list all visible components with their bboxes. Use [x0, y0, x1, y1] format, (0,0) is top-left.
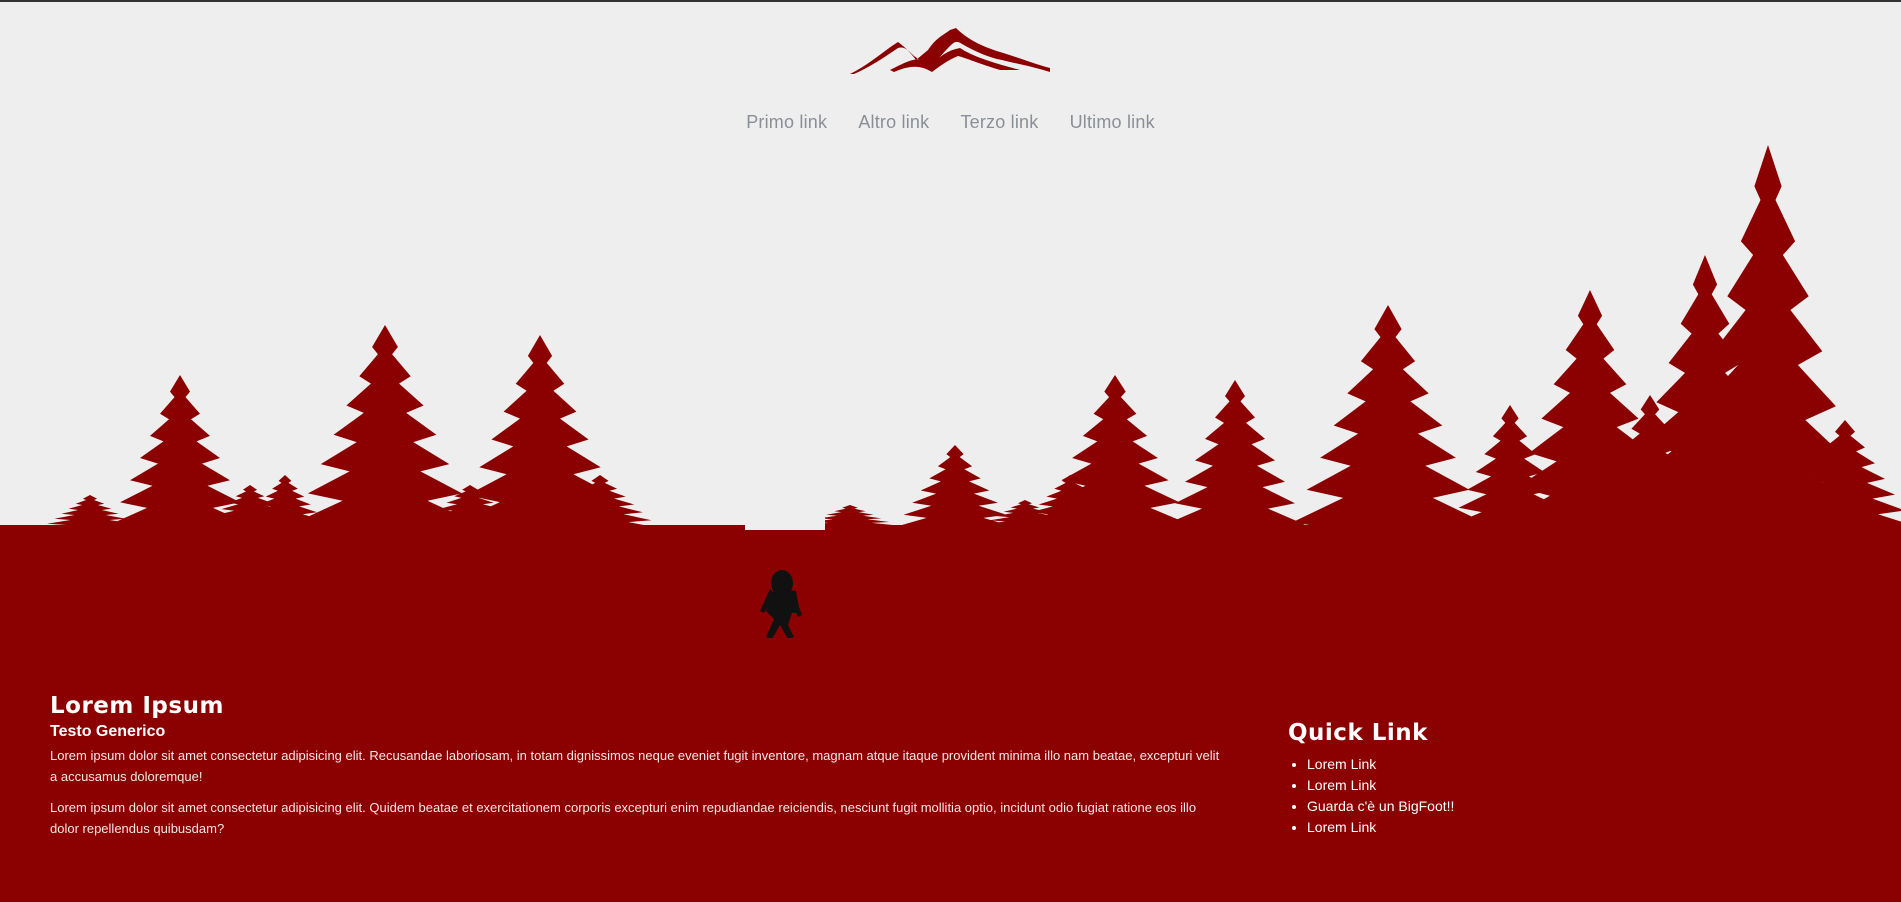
forest-silhouette [0, 145, 1901, 645]
site-footer: Lorem Ipsum Testo Generico Lorem ipsum d… [0, 638, 1901, 902]
footer-about: Lorem Ipsum Testo Generico Lorem ipsum d… [50, 693, 1220, 849]
quick-links-title: Quick Link [1288, 720, 1428, 746]
main-nav: Primo link Altro link Terzo link Ultimo … [0, 112, 1901, 133]
footer-subtitle: Testo Generico [50, 723, 166, 740]
top-border [0, 0, 1901, 2]
mountain-logo-icon [850, 28, 1050, 74]
quick-link-4[interactable]: Lorem Link [1307, 817, 1688, 838]
nav-link-ultimo[interactable]: Ultimo link [1070, 112, 1155, 133]
quick-link-bigfoot[interactable]: Guarda c'è un BigFoot!! [1307, 796, 1688, 817]
footer-paragraph-2: Lorem ipsum dolor sit amet consectetur a… [50, 800, 1197, 836]
quick-link-1[interactable]: Lorem Link [1307, 754, 1688, 775]
quick-link-2[interactable]: Lorem Link [1307, 775, 1688, 796]
quick-links: Quick Link Lorem Link Lorem Link Guarda … [1288, 720, 1688, 838]
nav-link-altro[interactable]: Altro link [858, 112, 929, 133]
nav-link-primo[interactable]: Primo link [746, 112, 827, 133]
footer-paragraph-1: Lorem ipsum dolor sit amet consectetur a… [50, 748, 1220, 784]
footer-title: Lorem Ipsum [50, 693, 224, 719]
quick-links-list: Lorem Link Lorem Link Guarda c'è un BigF… [1288, 754, 1688, 838]
nav-link-terzo[interactable]: Terzo link [960, 112, 1038, 133]
